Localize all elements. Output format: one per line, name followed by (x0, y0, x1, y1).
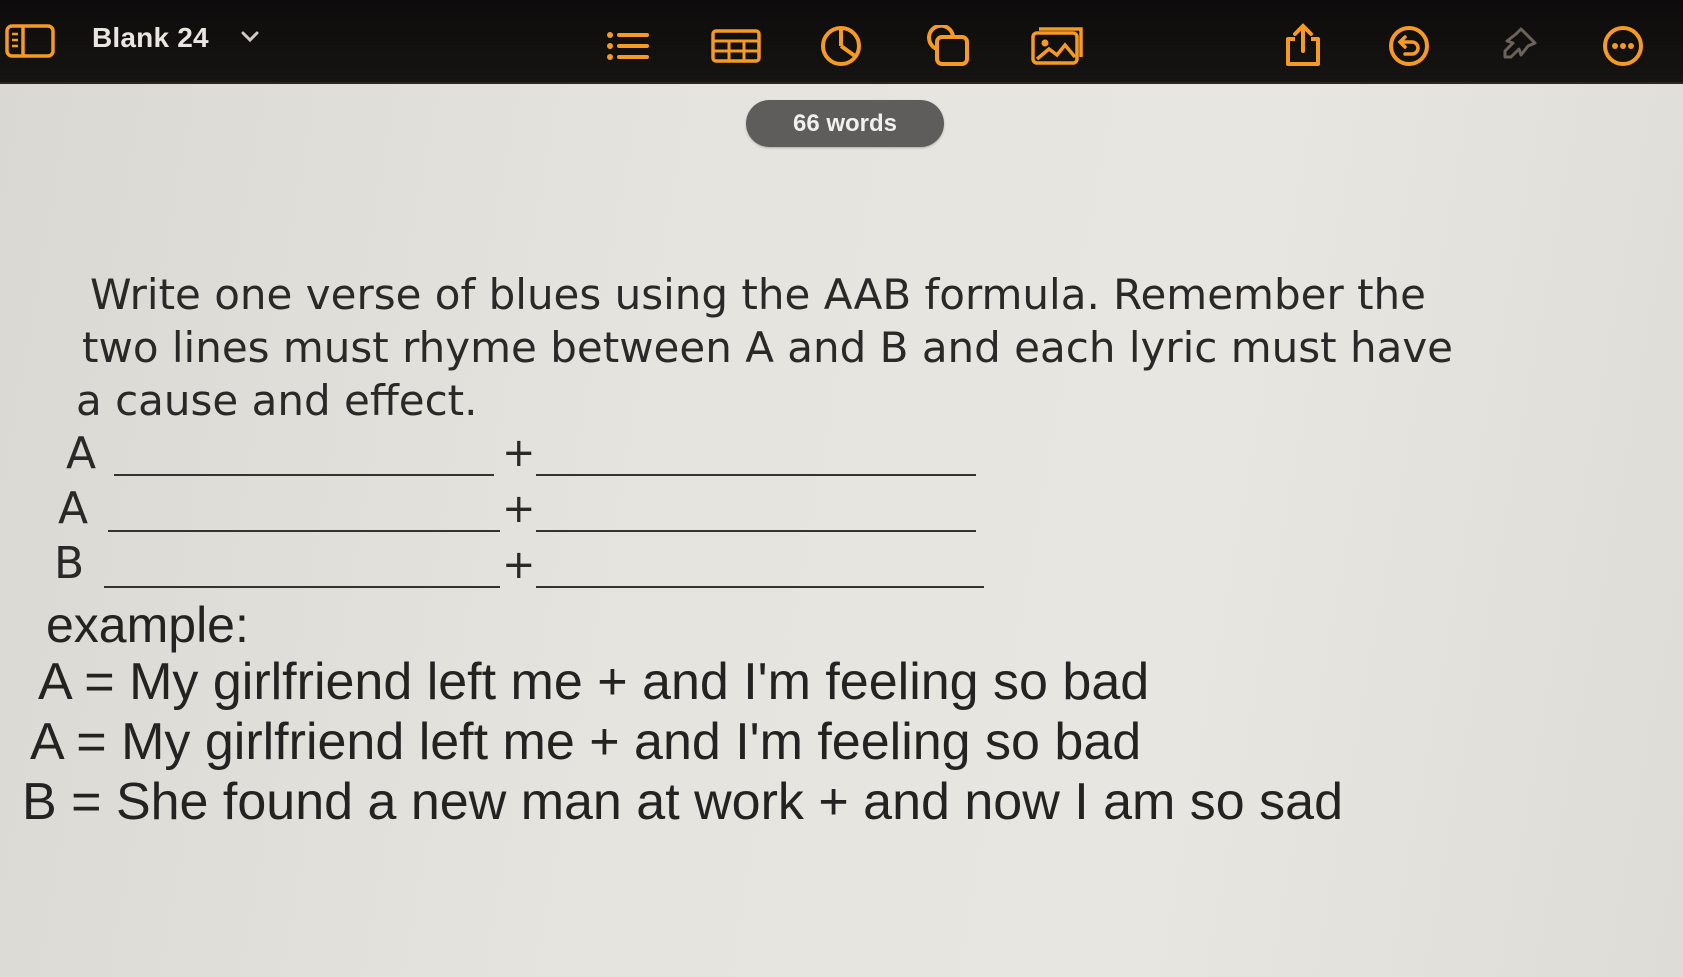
pin-icon[interactable] (1494, 24, 1540, 68)
word-count-badge[interactable]: 66 words (746, 100, 944, 147)
answer-line-effect[interactable] (536, 530, 976, 532)
example-line-3: B = She found a new man at work + and no… (22, 773, 1343, 831)
prompt-line-2: two lines must rhyme between A and B and… (82, 323, 1454, 372)
blank-letter: A (58, 483, 89, 534)
plus-sign: + (502, 542, 536, 588)
shapes-icon[interactable] (922, 24, 972, 68)
blank-row-a2: A + (58, 483, 988, 543)
media-icon[interactable] (1030, 26, 1086, 66)
blank-letter: B (54, 538, 85, 589)
document-canvas[interactable]: Blank 24 66 words Write one verse of blu… (0, 0, 1683, 977)
table-icon[interactable] (710, 26, 762, 66)
answer-line-cause[interactable] (114, 474, 494, 476)
blank-row-b: B + (54, 538, 994, 598)
example-line-1: A = My girlfriend left me + and I'm feel… (38, 653, 1150, 711)
document-title[interactable]: Blank 24 (92, 22, 209, 54)
answer-line-effect[interactable] (536, 586, 984, 588)
prompt-line-3: a cause and effect. (76, 376, 478, 425)
undo-icon[interactable] (1386, 24, 1432, 68)
answer-line-cause[interactable] (104, 586, 500, 588)
plus-sign: + (502, 486, 536, 532)
more-icon[interactable] (1600, 24, 1646, 68)
chevron-down-icon[interactable] (240, 30, 260, 49)
chart-icon[interactable] (818, 24, 864, 68)
sidebar-icon[interactable] (4, 22, 56, 60)
share-icon[interactable] (1282, 22, 1324, 68)
blank-row-a1: A + (66, 428, 986, 488)
answer-line-effect[interactable] (536, 474, 976, 476)
toolbar: Blank 24 (0, 0, 1683, 84)
prompt-line-1: Write one verse of blues using the AAB f… (90, 270, 1427, 319)
example-label: example: (46, 597, 249, 653)
example-line-2: A = My girlfriend left me + and I'm feel… (30, 713, 1142, 771)
list-icon[interactable] (604, 26, 650, 66)
plus-sign: + (502, 430, 536, 476)
answer-line-cause[interactable] (108, 530, 500, 532)
blank-letter: A (66, 428, 97, 479)
